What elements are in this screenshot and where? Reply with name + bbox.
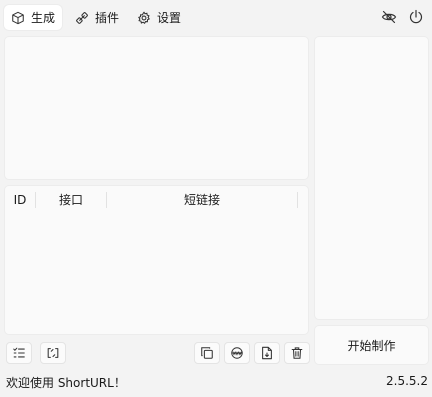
status-message: 欢迎使用 ShortURL！ [6, 376, 126, 390]
version-label: 2.5.5.2 [386, 374, 428, 388]
checklist-icon [13, 347, 25, 358]
copy-button[interactable] [194, 342, 220, 364]
column-header-short-link[interactable]: 短链接 [107, 186, 297, 213]
gear-icon [138, 10, 150, 24]
column-header-api[interactable]: 接口 [36, 186, 106, 213]
preview-panel [314, 36, 429, 320]
swap-icon [47, 348, 59, 358]
plugin-icon [76, 11, 88, 24]
result-table: ID 接口 短链接 [4, 185, 309, 335]
cube-icon [12, 11, 24, 24]
copy-icon [201, 347, 213, 359]
trash-icon [291, 347, 303, 359]
delete-button[interactable] [284, 342, 310, 364]
table-header: ID 接口 短链接 [5, 186, 308, 213]
file-export-icon [262, 346, 272, 360]
select-all-button[interactable] [6, 342, 32, 364]
tab-settings[interactable]: 设置 [130, 5, 188, 30]
column-divider [297, 191, 298, 208]
tab-generate[interactable]: 生成 [4, 5, 63, 30]
url-input-area[interactable] [4, 36, 309, 180]
invert-selection-button[interactable] [40, 342, 66, 364]
column-header-id[interactable]: ID [5, 186, 35, 213]
tab-generate-label: 生成 [31, 11, 56, 25]
globe-www-icon [231, 347, 243, 359]
tab-plugins[interactable]: 插件 [68, 5, 126, 30]
open-web-button[interactable] [224, 342, 250, 364]
export-button[interactable] [254, 342, 280, 364]
eye-hide-icon[interactable] [381, 9, 397, 25]
tab-plugins-label: 插件 [95, 11, 120, 25]
power-icon[interactable] [408, 9, 424, 25]
start-button[interactable]: 开始制作 [314, 325, 429, 365]
tab-settings-label: 设置 [157, 11, 182, 25]
